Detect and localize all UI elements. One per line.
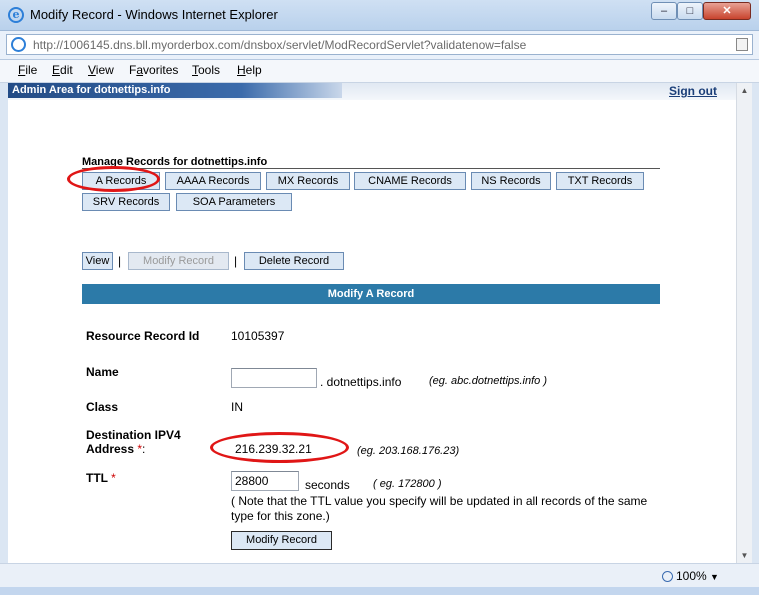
menu-fav-rest: vorites <box>143 63 179 77</box>
url-text: http://1006145.dns.bll.myorderbox.com/dn… <box>33 38 527 52</box>
separator: | <box>118 254 122 268</box>
menu-edit[interactable]: Edit <box>52 63 73 77</box>
ttl-label-wrap: TTL * <box>86 471 116 485</box>
ttl-input[interactable]: 28800 <box>231 471 299 491</box>
delete-record-button[interactable]: Delete Record <box>244 252 344 270</box>
required-mark: * <box>111 471 116 485</box>
menu-edit-rest: dit <box>60 63 73 77</box>
zoom-dropdown-icon[interactable]: ▼ <box>710 572 719 582</box>
divider <box>82 168 660 169</box>
tab-srv-records[interactable]: SRV Records <box>82 193 170 211</box>
menu-file-rest: ile <box>25 63 38 77</box>
sign-out-link[interactable]: Sign out <box>669 84 717 98</box>
view-button[interactable]: View <box>82 252 113 270</box>
address-bar: http://1006145.dns.bll.myorderbox.com/dn… <box>0 31 759 60</box>
status-bar: 100% ▼ <box>0 563 759 588</box>
ttl-label: TTL <box>86 471 108 485</box>
tab-mx-records[interactable]: MX Records <box>266 172 350 190</box>
name-hint: (eg. abc.dotnettips.info ) <box>429 375 548 387</box>
menu-file[interactable]: File <box>18 63 37 77</box>
page-icon <box>11 37 26 52</box>
menu-favorites[interactable]: Favorites <box>129 63 178 77</box>
title-bar: e Modify Record - Windows Internet Explo… <box>0 0 759 31</box>
annotation-oval <box>210 432 349 463</box>
class-value: IN <box>231 400 243 414</box>
zoom-level: 100% <box>676 569 707 583</box>
dest-label-line2: Address *: <box>86 442 146 456</box>
separator: | <box>234 254 238 268</box>
maximize-button[interactable]: □ <box>677 2 703 20</box>
modify-a-record-header: Modify A Record <box>82 284 660 304</box>
menu-view-rest: iew <box>95 63 114 77</box>
page-content: Admin Area for dotnettips.info Sign out … <box>8 83 736 563</box>
zoom-control[interactable]: 100% ▼ <box>662 569 719 583</box>
menu-help-rest: elp <box>245 63 262 77</box>
url-field[interactable]: http://1006145.dns.bll.myorderbox.com/dn… <box>6 34 753 55</box>
admin-bar: Admin Area for dotnettips.info Sign out <box>8 83 736 100</box>
annotation-oval <box>67 166 160 192</box>
tab-ns-records[interactable]: NS Records <box>471 172 551 190</box>
zoom-icon <box>662 571 673 583</box>
modify-record-submit-button[interactable]: Modify Record <box>231 531 332 550</box>
ttl-unit: seconds <box>305 478 350 492</box>
ttl-note: ( Note that the TTL value you specify wi… <box>231 494 648 523</box>
ttl-hint: ( eg. 172800 ) <box>373 478 442 490</box>
tab-cname-records[interactable]: CNAME Records <box>354 172 466 190</box>
admin-area-title: Admin Area for dotnettips.info <box>8 83 342 98</box>
menu-bar: File Edit View Favorites Tools Help <box>0 60 759 83</box>
menu-help[interactable]: Help <box>237 63 262 77</box>
class-label: Class <box>86 400 119 414</box>
ie-logo-icon: e <box>8 7 24 23</box>
menu-view[interactable]: View <box>88 63 114 77</box>
dest-colon: : <box>142 442 146 456</box>
scroll-down-icon[interactable]: ▼ <box>737 548 752 563</box>
dest-label-line1: Destination IPV4 <box>86 428 181 442</box>
name-label: Name <box>86 365 119 379</box>
scroll-up-icon[interactable]: ▲ <box>737 83 752 98</box>
window-bottom-edge <box>0 587 759 595</box>
tab-aaaa-records[interactable]: AAAA Records <box>165 172 261 190</box>
minimize-button[interactable]: – <box>651 2 677 20</box>
window-title: Modify Record - Windows Internet Explore… <box>30 7 278 22</box>
dest-hint: (eg. 203.168.176.23) <box>357 445 460 457</box>
compatibility-icon[interactable] <box>736 38 748 51</box>
menu-tools[interactable]: Tools <box>192 63 220 77</box>
name-input[interactable] <box>231 368 317 388</box>
tab-txt-records[interactable]: TXT Records <box>556 172 644 190</box>
name-suffix: . dotnettips.info <box>320 375 402 389</box>
rr-id-value: 10105397 <box>231 329 285 343</box>
close-button[interactable]: ✕ <box>703 2 751 20</box>
rr-id-label: Resource Record Id <box>86 329 200 343</box>
menu-tools-rest: ools <box>198 63 221 77</box>
modify-record-tab-button[interactable]: Modify Record <box>128 252 229 270</box>
tab-soa-parameters[interactable]: SOA Parameters <box>176 193 292 211</box>
vertical-scrollbar[interactable]: ▲ ▼ <box>736 83 752 563</box>
